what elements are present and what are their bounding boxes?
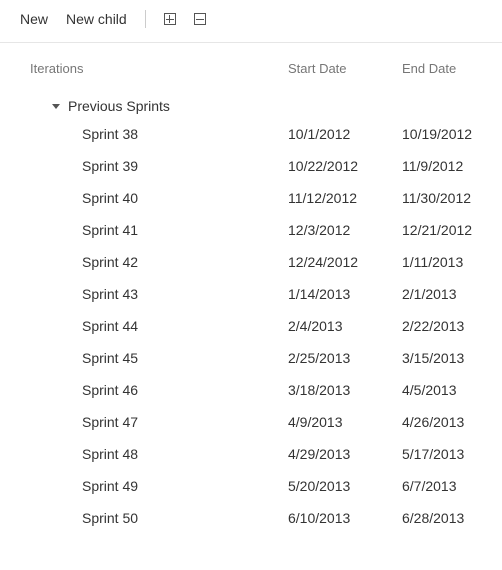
toolbar: New New child	[0, 0, 502, 43]
sprint-end-date: 2/22/2013	[402, 318, 482, 334]
sprint-end-date: 11/30/2012	[402, 190, 482, 206]
sprint-end-date: 4/5/2013	[402, 382, 482, 398]
sprint-start-date: 4/9/2013	[288, 414, 402, 430]
table-row[interactable]: Sprint 506/10/20136/28/2013	[30, 502, 482, 534]
table-row[interactable]: Sprint 442/4/20132/22/2013	[30, 310, 482, 342]
expand-all-icon[interactable]	[164, 13, 176, 25]
column-start-date[interactable]: Start Date	[288, 61, 402, 76]
table-row[interactable]: Sprint 484/29/20135/17/2013	[30, 438, 482, 470]
table-row[interactable]: Sprint 452/25/20133/15/2013	[30, 342, 482, 374]
group-label: Previous Sprints	[68, 98, 170, 114]
sprint-start-date: 2/25/2013	[288, 350, 402, 366]
sprint-end-date: 3/15/2013	[402, 350, 482, 366]
table-row[interactable]: Sprint 4112/3/201212/21/2012	[30, 214, 482, 246]
sprint-name: Sprint 40	[30, 190, 288, 206]
table-row[interactable]: Sprint 3910/22/201211/9/2012	[30, 150, 482, 182]
sprint-name: Sprint 44	[30, 318, 288, 334]
sprint-start-date: 12/3/2012	[288, 222, 402, 238]
sprint-start-date: 6/10/2013	[288, 510, 402, 526]
sprint-start-date: 12/24/2012	[288, 254, 402, 270]
sprint-end-date: 11/9/2012	[402, 158, 482, 174]
sprint-end-date: 6/7/2013	[402, 478, 482, 494]
sprint-start-date: 2/4/2013	[288, 318, 402, 334]
sprint-start-date: 5/20/2013	[288, 478, 402, 494]
sprint-start-date: 4/29/2013	[288, 446, 402, 462]
table-row[interactable]: Sprint 431/14/20132/1/2013	[30, 278, 482, 310]
sprint-name: Sprint 41	[30, 222, 288, 238]
sprint-start-date: 10/22/2012	[288, 158, 402, 174]
sprint-name: Sprint 46	[30, 382, 288, 398]
sprint-name: Sprint 49	[30, 478, 288, 494]
sprint-start-date: 11/12/2012	[288, 190, 402, 206]
new-child-button[interactable]: New child	[66, 11, 127, 27]
sprint-name: Sprint 39	[30, 158, 288, 174]
sprint-end-date: 4/26/2013	[402, 414, 482, 430]
collapse-all-icon[interactable]	[194, 13, 206, 25]
sprint-start-date: 3/18/2013	[288, 382, 402, 398]
iterations-table: Iterations Start Date End Date Previous …	[0, 43, 502, 534]
new-button[interactable]: New	[20, 11, 48, 27]
column-end-date[interactable]: End Date	[402, 61, 482, 76]
sprint-end-date: 6/28/2013	[402, 510, 482, 526]
sprint-rows: Sprint 3810/1/201210/19/2012Sprint 3910/…	[30, 118, 482, 534]
toolbar-separator	[145, 10, 146, 28]
sprint-end-date: 5/17/2013	[402, 446, 482, 462]
sprint-end-date: 2/1/2013	[402, 286, 482, 302]
table-row[interactable]: Sprint 495/20/20136/7/2013	[30, 470, 482, 502]
table-header: Iterations Start Date End Date	[30, 61, 482, 92]
chevron-down-icon	[52, 104, 60, 109]
sprint-name: Sprint 45	[30, 350, 288, 366]
column-iterations[interactable]: Iterations	[30, 61, 288, 76]
table-row[interactable]: Sprint 4212/24/20121/11/2013	[30, 246, 482, 278]
sprint-end-date: 1/11/2013	[402, 254, 482, 270]
table-row[interactable]: Sprint 3810/1/201210/19/2012	[30, 118, 482, 150]
sprint-name: Sprint 47	[30, 414, 288, 430]
sprint-end-date: 10/19/2012	[402, 126, 482, 142]
sprint-name: Sprint 38	[30, 126, 288, 142]
group-previous-sprints[interactable]: Previous Sprints	[30, 92, 482, 118]
sprint-name: Sprint 43	[30, 286, 288, 302]
table-row[interactable]: Sprint 474/9/20134/26/2013	[30, 406, 482, 438]
sprint-name: Sprint 50	[30, 510, 288, 526]
sprint-end-date: 12/21/2012	[402, 222, 482, 238]
sprint-start-date: 10/1/2012	[288, 126, 402, 142]
table-row[interactable]: Sprint 463/18/20134/5/2013	[30, 374, 482, 406]
table-row[interactable]: Sprint 4011/12/201211/30/2012	[30, 182, 482, 214]
sprint-name: Sprint 48	[30, 446, 288, 462]
sprint-start-date: 1/14/2013	[288, 286, 402, 302]
sprint-name: Sprint 42	[30, 254, 288, 270]
